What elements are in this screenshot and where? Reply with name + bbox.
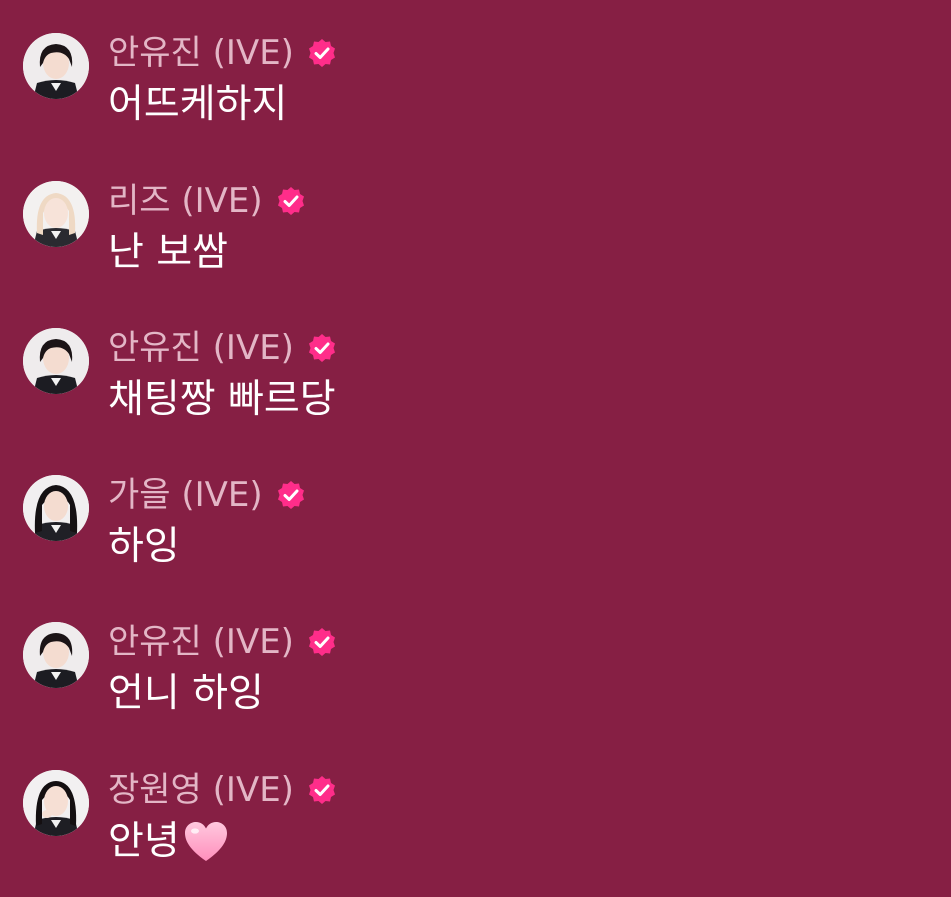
user-avatar-image [23, 328, 89, 394]
verified-badge-icon [275, 479, 307, 511]
message-row: 하잉 [108, 520, 180, 574]
message-text: 언니 하잉 [108, 671, 264, 716]
chat-message: 안유진 (IVE) 어뜨케하지 [0, 0, 951, 140]
avatar-anyujin[interactable] [23, 622, 89, 688]
author-name: 안유진 (IVE) [108, 33, 294, 73]
author-row: 리즈 (IVE) [108, 179, 307, 223]
author-row: 안유진 (IVE) [108, 31, 338, 75]
avatar-gaeul[interactable] [23, 475, 89, 541]
chat-message: 안유진 (IVE) 언니 하잉 [0, 589, 951, 729]
user-avatar-image [23, 770, 89, 836]
avatar-jangwonyoung[interactable] [23, 770, 89, 836]
user-avatar-image [23, 475, 89, 541]
verified-badge-icon [306, 37, 338, 69]
author-name: 장원영 (IVE) [108, 770, 294, 810]
chat-message: 장원영 (IVE) 안녕 [0, 737, 951, 877]
chat-message-list: 안유진 (IVE) 어뜨케하지 리즈 (IVE) 난 보쌈 안유진 (IVE) … [0, 0, 951, 897]
chat-message: 안유진 (IVE) 채팅짱 빠르당 [0, 295, 951, 435]
author-row: 안유진 (IVE) [108, 620, 338, 664]
message-text: 난 보쌈 [108, 230, 229, 275]
message-row: 안녕 [108, 815, 230, 869]
message-text: 하잉 [108, 524, 180, 569]
author-name: 가을 (IVE) [108, 475, 263, 515]
author-name: 안유진 (IVE) [108, 328, 294, 368]
verified-badge-icon [306, 332, 338, 364]
message-row: 난 보쌈 [108, 226, 228, 280]
message-row: 언니 하잉 [108, 667, 264, 721]
author-name: 리즈 (IVE) [108, 181, 263, 221]
author-row: 안유진 (IVE) [108, 326, 338, 370]
message-text: 채팅짱 빠르당 [108, 377, 336, 422]
chat-message: 리즈 (IVE) 난 보쌈 [0, 148, 951, 288]
user-avatar-image [23, 33, 89, 99]
message-text: 안녕 [108, 819, 180, 864]
user-avatar-image [23, 622, 89, 688]
verified-badge-icon [306, 626, 338, 658]
user-avatar-image [23, 181, 89, 247]
message-row: 어뜨케하지 [108, 78, 287, 132]
avatar-anyujin[interactable] [23, 33, 89, 99]
message-text: 어뜨케하지 [108, 82, 288, 127]
chat-message: 가을 (IVE) 하잉 [0, 442, 951, 582]
verified-badge-icon [275, 185, 307, 217]
avatar-liz[interactable] [23, 181, 89, 247]
verified-badge-icon [306, 774, 338, 806]
message-row: 채팅짱 빠르당 [108, 373, 336, 427]
author-name: 안유진 (IVE) [108, 622, 294, 662]
avatar-anyujin[interactable] [23, 328, 89, 394]
pink-heart-icon [182, 819, 230, 865]
author-row: 장원영 (IVE) [108, 768, 338, 812]
author-row: 가을 (IVE) [108, 473, 307, 517]
